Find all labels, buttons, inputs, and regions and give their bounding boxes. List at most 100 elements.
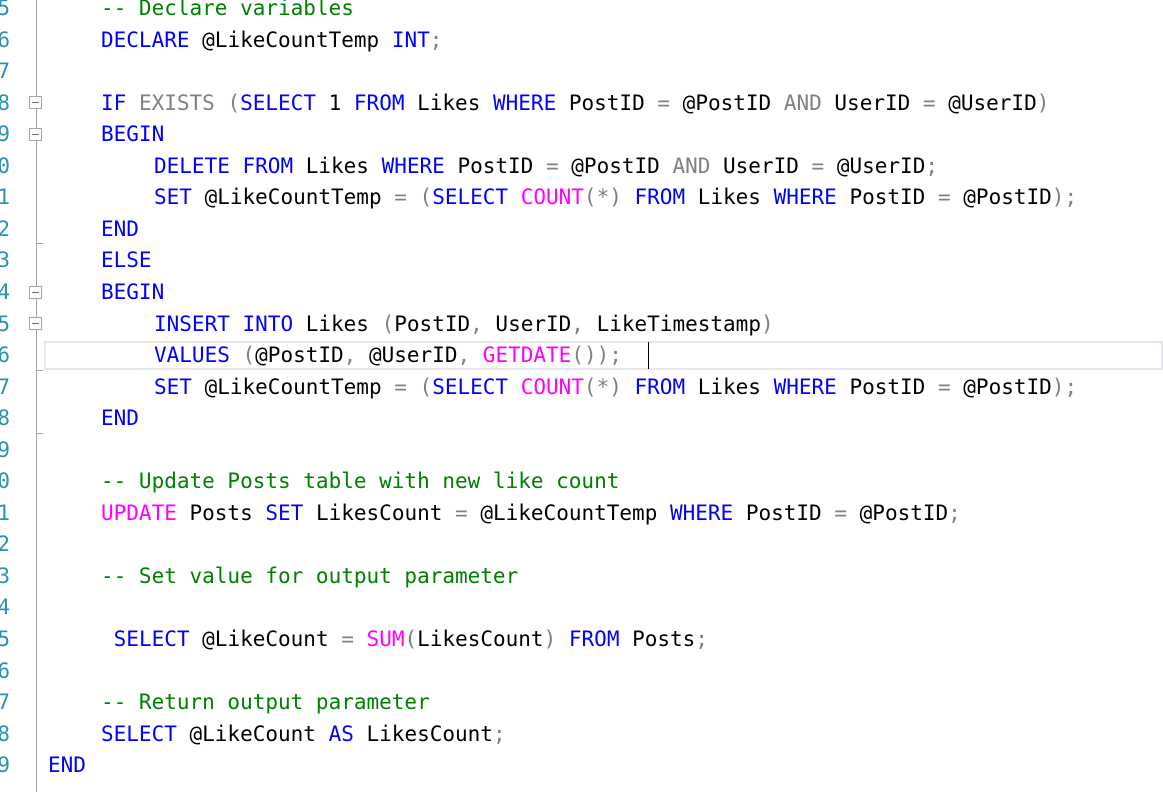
code-token: Likes bbox=[685, 374, 774, 399]
code-token: ) bbox=[543, 627, 557, 651]
line-number: 8 bbox=[0, 90, 10, 115]
collapse-minus-icon[interactable] bbox=[29, 317, 42, 330]
code-token: -- Update Posts table with new like coun… bbox=[101, 469, 620, 494]
code-token: = bbox=[545, 153, 559, 178]
code-token: -- Set value for output parameter bbox=[101, 563, 519, 588]
code-line[interactable]: -- Update Posts table with new like coun… bbox=[101, 466, 619, 497]
code-token: ) bbox=[760, 311, 774, 336]
code-token: ( bbox=[406, 185, 433, 210]
code-token: PostID bbox=[394, 311, 471, 336]
code-token: Posts bbox=[176, 500, 266, 525]
code-token: ( bbox=[214, 90, 241, 115]
code-token: ELSE bbox=[101, 248, 152, 273]
code-token: SET bbox=[154, 185, 192, 210]
code-line[interactable]: ELSE bbox=[101, 245, 152, 276]
code-token: PostID bbox=[836, 374, 938, 399]
code-token: SELECT bbox=[113, 627, 190, 651]
line-number: 0 bbox=[0, 153, 10, 178]
code-token: FROM bbox=[568, 627, 620, 651]
line-number: 7 bbox=[0, 374, 10, 399]
code-token: , bbox=[470, 311, 483, 336]
code-line[interactable]: INSERT INTO Likes (PostID, UserID, LikeT… bbox=[154, 309, 774, 340]
code-token: WHERE bbox=[493, 90, 557, 115]
code-token: Posts bbox=[619, 627, 696, 651]
line-number: 1 bbox=[0, 500, 10, 525]
collapse-minus-icon[interactable] bbox=[29, 286, 42, 299]
code-line[interactable]: SELECT @LikeCount AS LikesCount; bbox=[101, 719, 506, 750]
code-token: COUNT bbox=[520, 374, 584, 399]
code-token: Likes bbox=[404, 90, 493, 115]
code-line[interactable]: BEGIN bbox=[101, 119, 164, 150]
code-token: FROM bbox=[634, 185, 686, 210]
code-token: DELETE bbox=[154, 153, 230, 178]
code-token: ); bbox=[1051, 374, 1078, 399]
code-token: (*) bbox=[583, 185, 622, 210]
code-token: = bbox=[341, 627, 354, 651]
code-token: PostID bbox=[836, 185, 938, 210]
line-number: 5 bbox=[0, 0, 10, 20]
code-token: ( bbox=[404, 627, 418, 651]
code-token: @LikeCountTemp bbox=[191, 185, 395, 210]
code-token: ; bbox=[948, 500, 961, 525]
code-line[interactable]: END bbox=[48, 750, 86, 781]
code-token: @LikeCount bbox=[189, 627, 342, 651]
code-token: , bbox=[571, 311, 584, 336]
code-token: BEGIN bbox=[101, 279, 165, 304]
code-line[interactable]: SET @LikeCountTemp = (SELECT COUNT(*) FR… bbox=[154, 372, 1077, 403]
code-token: ( bbox=[381, 311, 395, 336]
code-line[interactable]: UPDATE Posts SET LikesCount = @LikeCount… bbox=[101, 498, 961, 529]
code-token: UPDATE bbox=[101, 500, 177, 525]
code-editor[interactable]: -- Declare variables DECLARE @LikeCountTe… bbox=[0, 0, 1163, 792]
code-line[interactable]: -- Declare variables bbox=[101, 0, 354, 24]
code-token: UserID bbox=[710, 153, 812, 178]
line-number: 0 bbox=[0, 469, 10, 494]
code-token: = bbox=[834, 500, 848, 525]
code-token: @PostID bbox=[670, 90, 784, 115]
line-number: 5 bbox=[0, 627, 10, 651]
code-token: WHERE bbox=[669, 500, 734, 525]
code-line[interactable]: END bbox=[101, 214, 139, 245]
code-token: END bbox=[101, 406, 139, 431]
code-token: ; bbox=[429, 27, 443, 52]
code-line[interactable]: IF EXISTS (SELECT 1 FROM Likes WHERE Pos… bbox=[101, 88, 1049, 119]
code-token: PostID bbox=[733, 500, 835, 525]
code-line[interactable]: DELETE FROM Likes WHERE PostID = @PostID… bbox=[154, 151, 938, 182]
code-token: -- Return output parameter bbox=[101, 690, 430, 715]
code-token: @LikeCountTemp bbox=[467, 500, 670, 525]
code-token: UserID bbox=[821, 90, 923, 115]
code-token: INSERT bbox=[154, 311, 230, 336]
code-token: @LikeCountTemp bbox=[191, 374, 395, 399]
code-line[interactable]: DECLARE @LikeCountTemp INT; bbox=[101, 25, 442, 56]
code-line[interactable]: SET @LikeCountTemp = (SELECT COUNT(*) FR… bbox=[154, 182, 1077, 213]
code-token: Likes bbox=[293, 311, 382, 336]
code-line[interactable]: -- Return output parameter bbox=[101, 687, 430, 718]
code-line[interactable]: SELECT @LikeCount = SUM(LikesCount) FROM… bbox=[101, 624, 708, 655]
collapse-minus-icon[interactable] bbox=[29, 96, 42, 109]
code-token: ) bbox=[1036, 90, 1050, 115]
code-token: PostID bbox=[556, 90, 658, 115]
line-number: 6 bbox=[0, 658, 10, 683]
collapse-minus-icon[interactable] bbox=[29, 128, 42, 141]
code-line[interactable]: BEGIN bbox=[101, 277, 164, 308]
code-line[interactable]: -- Set value for output parameter bbox=[101, 561, 518, 592]
line-number: 6 bbox=[0, 343, 10, 368]
code-token: LikeTimestamp bbox=[583, 311, 761, 336]
code-line[interactable]: END bbox=[101, 403, 139, 434]
code-token: AND bbox=[783, 90, 822, 115]
fold-end-tick bbox=[36, 433, 43, 434]
code-token: ; bbox=[695, 627, 708, 651]
line-number: 4 bbox=[0, 279, 10, 304]
code-token: WHERE bbox=[773, 185, 837, 210]
code-token: ( bbox=[406, 374, 433, 399]
code-token: Likes bbox=[685, 185, 774, 210]
code-token: DECLARE bbox=[101, 27, 190, 52]
code-token: = bbox=[394, 185, 407, 210]
code-token: @UserID bbox=[824, 153, 926, 178]
line-number: 8 bbox=[0, 406, 10, 431]
